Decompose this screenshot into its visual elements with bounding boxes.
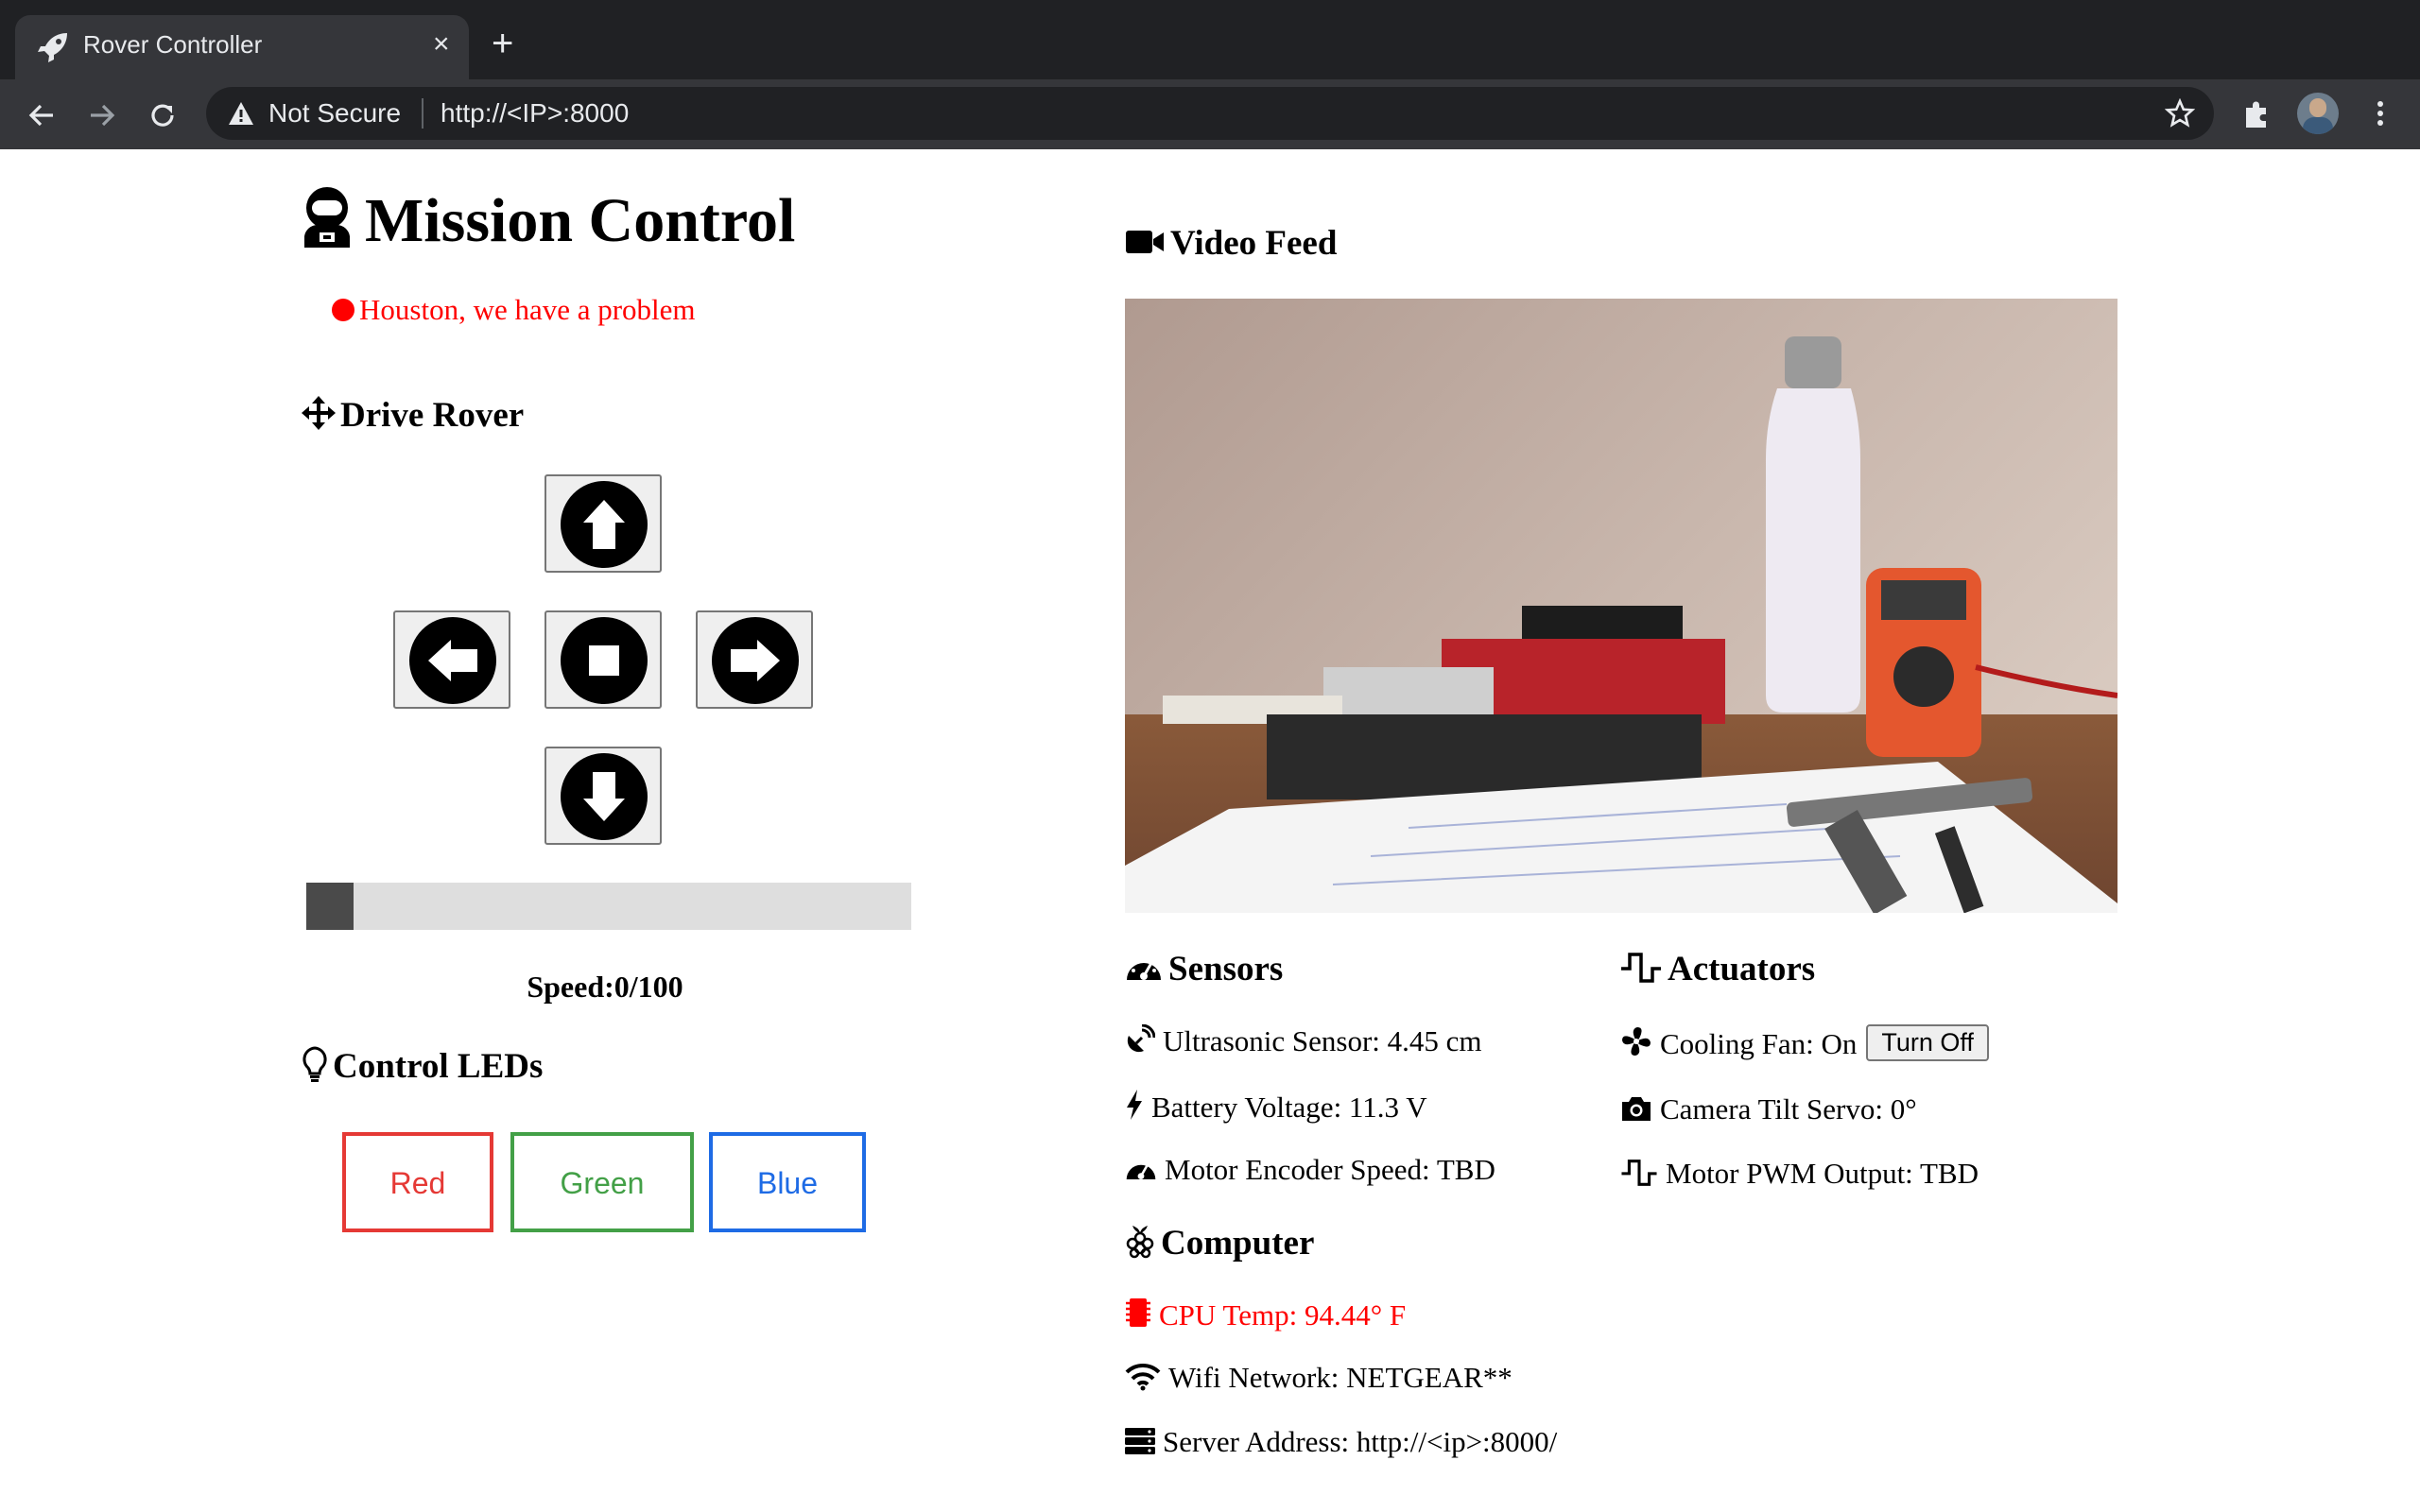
- battery-text: Battery Voltage: 11.3 V: [1151, 1091, 1427, 1124]
- motor-pwm-row: Motor PWM Output: TBD: [1620, 1157, 1979, 1191]
- star-icon[interactable]: [2165, 98, 2195, 129]
- wifi-row: Wifi Network: NETGEAR**: [1125, 1361, 1512, 1395]
- extensions-icon[interactable]: [2240, 98, 2273, 130]
- browser-tab-bar: Rover Controller × +: [0, 0, 2420, 79]
- status-text: Houston, we have a problem: [359, 293, 696, 326]
- wave-square-icon: [1621, 1160, 1657, 1186]
- security-label[interactable]: Not Secure: [268, 98, 401, 129]
- page-title: Mission Control: [365, 186, 796, 255]
- avatar[interactable]: [2297, 93, 2339, 134]
- actuators-heading-text: Actuators: [1668, 950, 1816, 988]
- stop-icon: [561, 617, 648, 704]
- drive-heading-text: Drive Rover: [340, 396, 525, 435]
- wave-square-icon: [1621, 953, 1661, 983]
- raspberry-pi-icon: [1126, 1226, 1154, 1259]
- left-button[interactable]: [393, 610, 510, 709]
- computer-heading: Computer: [1125, 1223, 1314, 1263]
- plus-icon[interactable]: +: [492, 25, 513, 62]
- arrow-right-icon: [712, 617, 799, 704]
- right-button[interactable]: [696, 610, 813, 709]
- drive-heading: Drive Rover: [301, 395, 524, 436]
- browser-tab[interactable]: Rover Controller ×: [15, 15, 469, 79]
- close-icon[interactable]: ×: [433, 28, 450, 60]
- led-red-button[interactable]: Red: [342, 1132, 493, 1232]
- forward-icon[interactable]: [85, 98, 119, 132]
- leds-heading-text: Control LEDs: [333, 1047, 544, 1086]
- status-message: Houston, we have a problem: [331, 293, 696, 327]
- move-icon: [302, 396, 336, 430]
- gauge-icon: [1126, 1164, 1156, 1180]
- camera-servo-row: Camera Tilt Servo: 0°: [1620, 1092, 1917, 1126]
- video-feed: [1125, 299, 2118, 913]
- cooling-fan-row: Cooling Fan: On Turn Off: [1620, 1024, 1989, 1061]
- battery-row: Battery Voltage: 11.3 V: [1125, 1089, 1427, 1125]
- forward-button[interactable]: [544, 474, 662, 573]
- server-text: Server Address: http://<ip>:8000/: [1163, 1425, 1558, 1458]
- backward-button[interactable]: [544, 747, 662, 845]
- sensors-heading: Sensors: [1125, 949, 1283, 989]
- led-green-button[interactable]: Green: [510, 1132, 694, 1232]
- tab-title: Rover Controller: [83, 30, 263, 59]
- reload-icon[interactable]: [146, 98, 180, 132]
- server-row: Server Address: http://<ip>:8000/: [1125, 1425, 1557, 1459]
- fan-icon: [1622, 1027, 1651, 1056]
- gauge-icon: [1127, 957, 1161, 980]
- encoder-text: Motor Encoder Speed: TBD: [1165, 1153, 1495, 1186]
- warning-icon: [229, 102, 253, 125]
- wifi-icon: [1125, 1363, 1161, 1391]
- address-bar[interactable]: Not Secure http://<IP>:8000: [206, 87, 2214, 140]
- lightbulb-icon: [302, 1046, 327, 1082]
- status-dot-icon: [332, 299, 354, 321]
- speed-slider-thumb[interactable]: [306, 883, 354, 930]
- actuators-heading: Actuators: [1620, 949, 1815, 989]
- speed-readout: Speed:0/100: [527, 970, 683, 1004]
- bolt-icon: [1127, 1090, 1142, 1120]
- computer-heading-text: Computer: [1161, 1224, 1315, 1263]
- url-text[interactable]: http://<IP>:8000: [441, 98, 629, 129]
- video-camera-icon: [1126, 231, 1164, 253]
- motor-pwm-text: Motor PWM Output: TBD: [1666, 1157, 1979, 1190]
- leds-heading: Control LEDs: [301, 1045, 543, 1087]
- video-heading: Video Feed: [1125, 223, 1337, 264]
- encoder-row: Motor Encoder Speed: TBD: [1125, 1153, 1495, 1187]
- url-divider: [422, 98, 424, 129]
- browser-toolbar: Not Secure http://<IP>:8000: [0, 79, 2420, 149]
- microchip-icon: [1126, 1298, 1150, 1327]
- cpu-temp-row: CPU Temp: 94.44° F: [1125, 1297, 1406, 1332]
- cpu-temp-text: CPU Temp: 94.44° F: [1159, 1298, 1407, 1332]
- arrow-down-icon: [561, 753, 648, 840]
- satellite-dish-icon: [1127, 1023, 1156, 1053]
- ultrasonic-row: Ultrasonic Sensor: 4.45 cm: [1125, 1023, 1482, 1058]
- astronaut-icon: [304, 187, 350, 248]
- fan-toggle-button[interactable]: Turn Off: [1866, 1024, 1989, 1061]
- arrow-up-icon: [561, 481, 648, 568]
- led-blue-button[interactable]: Blue: [709, 1132, 866, 1232]
- wifi-text: Wifi Network: NETGEAR**: [1168, 1361, 1512, 1394]
- camera-icon: [1622, 1097, 1651, 1121]
- video-heading-text: Video Feed: [1170, 224, 1338, 263]
- camera-servo-text: Camera Tilt Servo: 0°: [1660, 1092, 1917, 1125]
- rocket-icon: [38, 33, 67, 62]
- server-icon: [1125, 1428, 1155, 1454]
- ultrasonic-text: Ultrasonic Sensor: 4.45 cm: [1163, 1024, 1482, 1057]
- stop-button[interactable]: [544, 610, 662, 709]
- cooling-fan-text: Cooling Fan: On: [1660, 1027, 1858, 1060]
- video-frame: [1125, 299, 2118, 913]
- sensors-heading-text: Sensors: [1168, 950, 1284, 988]
- arrow-left-icon: [409, 617, 496, 704]
- more-icon[interactable]: [2363, 96, 2397, 130]
- speed-slider[interactable]: [306, 883, 911, 930]
- back-icon[interactable]: [25, 98, 59, 132]
